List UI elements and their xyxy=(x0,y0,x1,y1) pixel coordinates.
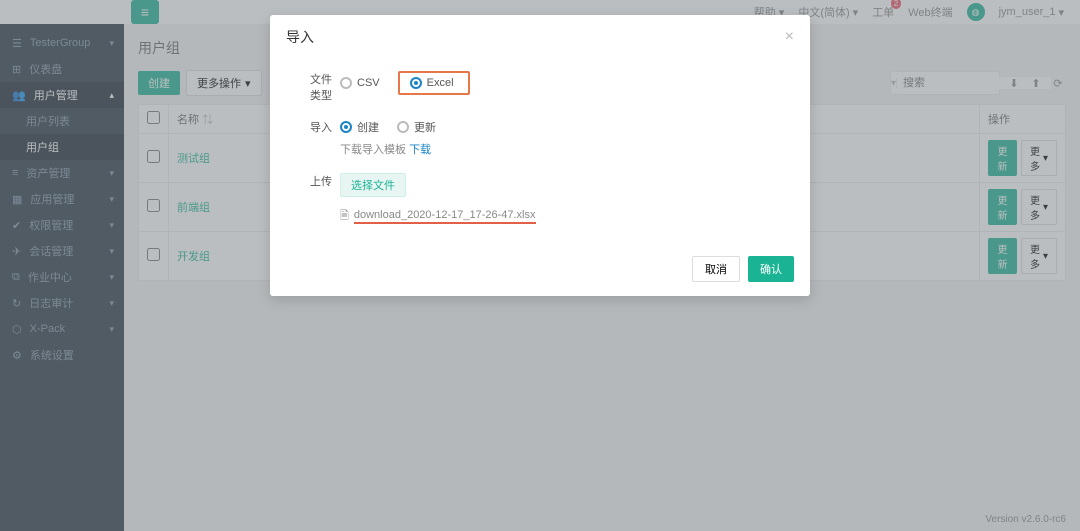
upload-label: 上传 xyxy=(286,173,340,189)
close-icon[interactable]: × xyxy=(785,28,794,46)
radio-update[interactable]: 更新 xyxy=(397,119,436,135)
radio-icon xyxy=(410,77,422,89)
select-file-button[interactable]: 选择文件 xyxy=(340,173,406,197)
radio-create[interactable]: 创建 xyxy=(340,119,379,135)
cancel-button[interactable]: 取消 xyxy=(692,256,740,282)
radio-csv[interactable]: CSV xyxy=(340,77,380,89)
radio-icon xyxy=(340,77,352,89)
excel-highlight: Excel xyxy=(398,71,470,95)
modal-title: 导入 xyxy=(286,27,314,47)
import-modal: 导入 × 文件类型 CSV Excel 导入 创建 更新 下载导入模板 下载 xyxy=(270,15,810,296)
radio-icon xyxy=(340,121,352,133)
radio-icon xyxy=(397,121,409,133)
uploaded-file: 🗎 download_2020-12-17_17-26-47.xlsx xyxy=(340,207,536,226)
file-icon: 🗎 xyxy=(340,207,349,226)
template-hint: 下载导入模板 下载 xyxy=(340,141,431,157)
radio-excel[interactable]: Excel xyxy=(410,77,454,89)
filetype-label: 文件类型 xyxy=(286,71,340,103)
download-template-link[interactable]: 下载 xyxy=(409,144,431,156)
file-name: download_2020-12-17_17-26-47.xlsx xyxy=(354,209,536,224)
confirm-button[interactable]: 确认 xyxy=(748,256,794,282)
import-label: 导入 xyxy=(286,119,340,135)
